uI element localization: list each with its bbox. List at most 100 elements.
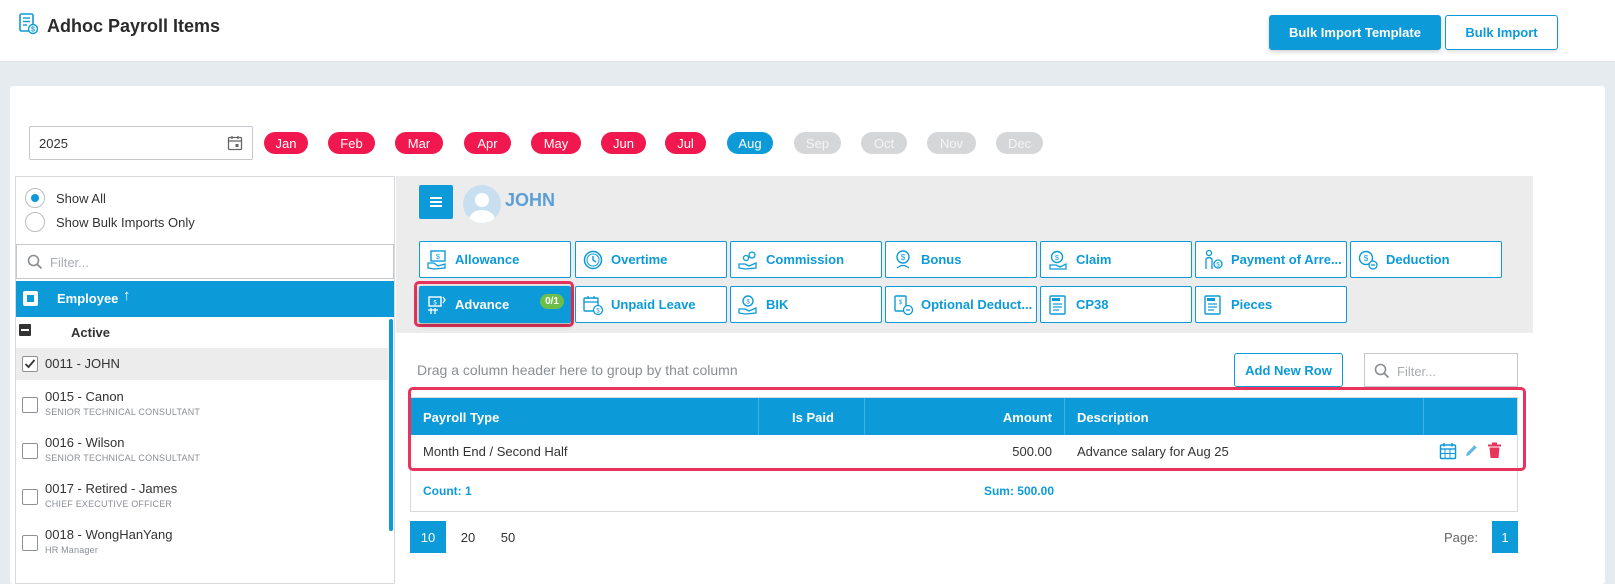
tab-bik-label: BIK [766, 297, 789, 312]
list-item[interactable]: 0011 - JOHN [16, 348, 388, 380]
tab-pieces[interactable]: Pieces [1195, 286, 1347, 323]
tab-commission[interactable]: Commission [730, 241, 882, 278]
tab-cp38-label: CP38 [1076, 297, 1109, 312]
menu-button[interactable] [419, 185, 453, 219]
bonus-icon: $ [896, 249, 910, 269]
selected-employee-name: JOHN [505, 190, 556, 210]
page-number-1[interactable]: 1 [1492, 521, 1518, 553]
amount-sum: Sum: 500.00 [983, 484, 1054, 498]
tab-commission-label: Commission [766, 252, 845, 267]
tab-deduction[interactable]: $ Deduction [1350, 241, 1502, 278]
page-size-10[interactable]: 10 [410, 521, 446, 553]
month-nov[interactable]: Nov [927, 132, 976, 154]
month-jul[interactable]: Jul [665, 132, 706, 154]
month-jan[interactable]: Jan [264, 132, 308, 154]
group-label: Active [71, 325, 111, 340]
radio-show-bulk[interactable] [25, 212, 45, 232]
page-title: Adhoc Payroll Items [47, 16, 221, 36]
employee-name: 0015 - Canon [45, 389, 124, 404]
employee-filter-placeholder: Filter... [50, 255, 90, 270]
employee-column-header[interactable]: Employee ↑ [16, 281, 394, 317]
tab-claim[interactable]: $ Claim [1040, 241, 1192, 278]
month-mar[interactable]: Mar [395, 132, 443, 154]
employee-name: 0011 - JOHN [45, 356, 120, 371]
page-label: Page: [1444, 529, 1478, 545]
svg-text:$: $ [901, 253, 906, 262]
employee-filter-input[interactable]: Filter... [16, 244, 394, 279]
group-panel-hint[interactable]: Drag a column header here to group by th… [417, 362, 738, 378]
tab-allowance[interactable]: $ Allowance [419, 241, 571, 278]
grid-filter-input[interactable]: Filter... [1364, 353, 1518, 387]
page-header: $ Adhoc Payroll Items Bulk Import Templa… [0, 0, 1615, 62]
advance-count-badge: 0/1 [540, 294, 564, 309]
tab-payment-of-arrears[interactable]: $ Payment of Arre... [1195, 241, 1347, 278]
employee-checkbox[interactable] [22, 535, 38, 551]
tab-claim-label: Claim [1076, 252, 1112, 267]
cp38-document-icon [1049, 294, 1066, 315]
collapse-group-icon[interactable] [19, 324, 31, 336]
month-jun[interactable]: Jun [601, 132, 646, 154]
employee-checkbox[interactable] [22, 443, 38, 459]
grid-highlight [408, 387, 1526, 471]
tab-unpaid-leave-label: Unpaid Leave [611, 297, 696, 312]
page-size-50[interactable]: 50 [490, 521, 526, 553]
user-silhouette-icon [469, 193, 495, 223]
employee-checkbox[interactable] [22, 397, 38, 413]
pieces-document-icon [1204, 294, 1221, 315]
radio-show-all-label: Show All [56, 191, 106, 206]
tab-bik[interactable]: $ BIK [730, 286, 882, 323]
optional-deduction-icon: $ [894, 294, 914, 315]
grid-filter-placeholder: Filter... [1397, 364, 1437, 379]
month-apr[interactable]: Apr [464, 132, 511, 154]
deduction-icon: $ [1358, 250, 1378, 270]
employee-name: 0017 - Retired - James [45, 481, 178, 496]
tab-allowance-label: Allowance [455, 252, 520, 267]
checkmark-icon [24, 359, 36, 369]
select-all-checkbox[interactable] [23, 291, 38, 306]
allowance-icon: $ [427, 249, 446, 270]
tab-optional-deduction-label: Optional Deduct... [921, 297, 1033, 312]
tab-bonus-label: Bonus [921, 252, 962, 267]
employee-job-title: CHIEF EXECUTIVE OFFICER [45, 499, 173, 509]
employee-checkbox[interactable] [22, 356, 38, 372]
bulk-import-button[interactable]: Bulk Import [1445, 15, 1558, 50]
calendar-icon[interactable] [227, 135, 243, 151]
year-picker[interactable]: 2025 [29, 126, 253, 160]
month-feb[interactable]: Feb [328, 132, 375, 154]
month-oct[interactable]: Oct [861, 132, 907, 154]
employee-job-title: HR Manager [45, 545, 99, 555]
person-money-icon: $ [1205, 249, 1223, 269]
tab-unpaid-leave[interactable]: $ Unpaid Leave [575, 286, 727, 323]
list-item[interactable]: 0018 - WongHanYang HR Manager [16, 521, 388, 565]
tab-deduction-label: Deduction [1386, 252, 1450, 267]
tab-overtime[interactable]: Overtime [575, 241, 727, 278]
add-new-row-button[interactable]: Add New Row [1234, 353, 1343, 387]
employee-checkbox[interactable] [22, 489, 38, 505]
radio-show-all[interactable] [25, 188, 45, 208]
month-dec[interactable]: Dec [996, 132, 1043, 154]
group-row-active[interactable]: Active [16, 318, 388, 346]
month-may[interactable]: May [531, 132, 581, 154]
payroll-document-icon: $ [19, 13, 38, 35]
tab-pieces-label: Pieces [1231, 297, 1273, 312]
bik-icon: $ [738, 294, 757, 315]
svg-text:$: $ [899, 300, 903, 306]
employee-column-title: Employee [57, 291, 119, 306]
page-size-20[interactable]: 20 [450, 521, 486, 553]
list-item[interactable]: 0017 - Retired - James CHIEF EXECUTIVE OF… [16, 475, 388, 519]
bulk-import-template-button[interactable]: Bulk Import Template [1269, 15, 1441, 50]
tab-optional-deduction[interactable]: $ Optional Deduct... [885, 286, 1037, 323]
employee-job-title: SENIOR TECHNICAL CONSULTANT [45, 407, 201, 417]
month-sep[interactable]: Sep [794, 132, 841, 154]
tab-bonus[interactable]: $ Bonus [885, 241, 1037, 278]
tab-advance[interactable]: $ Advance 0/1 [419, 286, 571, 323]
list-item[interactable]: 0016 - Wilson SENIOR TECHNICAL CONSULTANT [16, 429, 388, 473]
sort-ascending-icon: ↑ [123, 287, 131, 304]
radio-show-bulk-label: Show Bulk Imports Only [56, 215, 195, 230]
list-item[interactable]: 0015 - Canon SENIOR TECHNICAL CONSULTANT [16, 383, 388, 427]
month-aug[interactable]: Aug [727, 132, 773, 154]
claim-icon: $ [1049, 250, 1067, 270]
employee-list-scrollbar[interactable] [389, 319, 393, 531]
tab-cp38[interactable]: CP38 [1040, 286, 1192, 323]
row-count: Count: 1 [423, 484, 472, 498]
